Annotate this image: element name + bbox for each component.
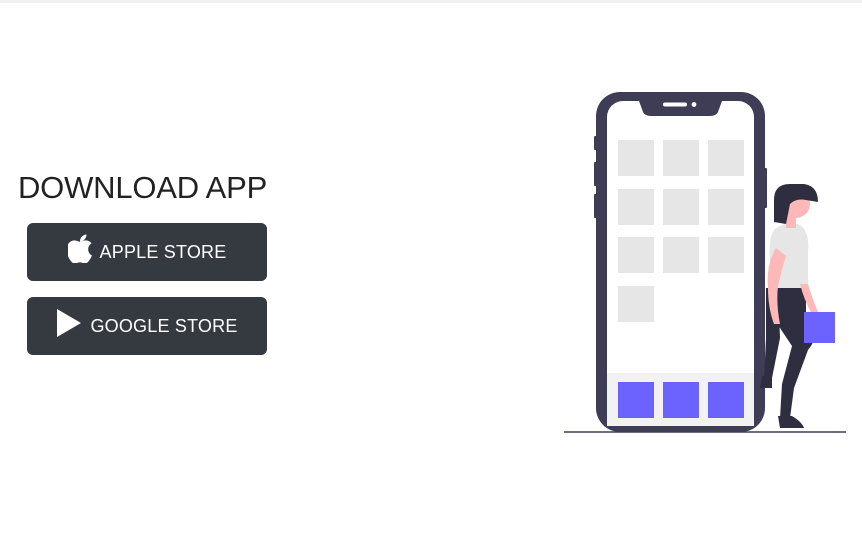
google-store-button[interactable]: GOOGLE STORE	[27, 297, 267, 355]
dock-app	[708, 382, 744, 418]
app-tile	[618, 189, 654, 225]
woman-tablet	[804, 312, 835, 343]
woman-shoe	[778, 416, 804, 428]
apple-store-button[interactable]: APPLE STORE	[27, 223, 267, 281]
app-tile	[663, 237, 699, 273]
app-tile	[663, 189, 699, 225]
play-icon	[56, 309, 82, 337]
phone-illustration	[564, 92, 846, 433]
apple-icon	[67, 233, 94, 263]
app-tile	[663, 140, 699, 176]
top-strip	[0, 0, 862, 3]
apple-store-label: APPLE STORE	[99, 241, 227, 262]
page-title: DOWNLOAD APP	[18, 170, 268, 205]
app-tile	[618, 140, 654, 176]
dock-app	[618, 382, 654, 418]
app-tile	[618, 286, 654, 322]
dock-app	[663, 382, 699, 418]
app-tile	[618, 237, 654, 273]
woman-shoe	[760, 376, 772, 388]
speaker	[663, 102, 687, 107]
dock-apps	[618, 382, 744, 418]
app-tile	[708, 237, 744, 273]
woman-figure	[760, 184, 835, 428]
google-store-label: GOOGLE STORE	[90, 315, 238, 336]
camera	[691, 102, 697, 107]
app-tile	[708, 140, 744, 176]
app-tile	[708, 189, 744, 225]
